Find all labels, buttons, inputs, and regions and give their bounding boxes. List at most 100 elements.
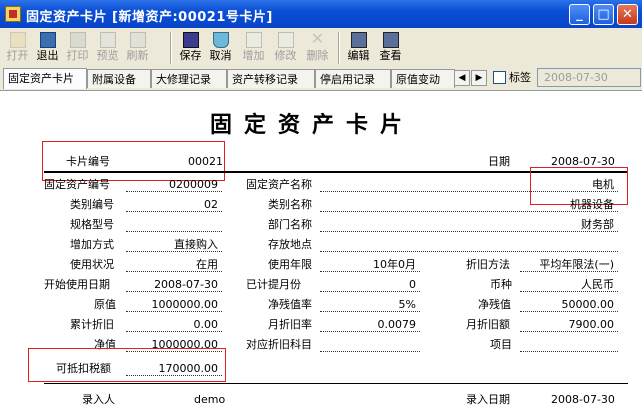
print-button[interactable]: 打印 xyxy=(64,30,91,66)
asset-card-window: 固定资产卡片 [新增资产:00021号卡片] _ □ ✕ 打开 退出 打印 预览… xyxy=(0,0,642,413)
tab-value-change[interactable]: 原值变动 xyxy=(391,69,455,88)
tab-scroll-arrows: ◀ ▶ xyxy=(454,70,488,86)
dep-method-value[interactable]: 平均年限法(一) xyxy=(520,258,614,272)
asset-code-value[interactable]: 0200009 xyxy=(130,178,218,192)
refresh-button[interactable]: 刷新 xyxy=(124,30,151,66)
refresh-label: 刷新 xyxy=(126,49,149,62)
compile-icon xyxy=(350,32,367,48)
field-underline xyxy=(320,211,618,212)
tab-stop-start-records[interactable]: 停启用记录 xyxy=(315,69,391,88)
toolbar-separator xyxy=(170,32,172,64)
cancel-button[interactable]: 取消 xyxy=(207,30,234,66)
footer-rule xyxy=(44,383,628,384)
orig-value-value[interactable]: 1000000.00 xyxy=(130,298,218,312)
month-amt-value[interactable]: 7900.00 xyxy=(520,318,615,332)
salvage-rate-value[interactable]: 5% xyxy=(322,298,416,312)
dept-label: 部门名称 xyxy=(268,218,312,231)
card-paper: 固定资产卡片 卡片编号 00021 日期 2008-07-30 固定资产编号 0… xyxy=(0,90,642,413)
life-value[interactable]: 10年0月 xyxy=(322,258,416,272)
month-rate-label: 月折旧率 xyxy=(268,318,312,331)
asset-name-label: 固定资产名称 xyxy=(246,178,312,191)
add-method-value[interactable]: 直接购入 xyxy=(130,238,218,252)
category-name-value[interactable]: 机器设备 xyxy=(500,198,614,212)
field-underline xyxy=(520,271,618,272)
card-no-label: 卡片编号 xyxy=(66,155,110,168)
field-underline xyxy=(520,291,618,292)
category-name-label: 类别名称 xyxy=(268,198,312,211)
delete-label: 删除 xyxy=(306,49,329,62)
field-underline xyxy=(320,331,420,332)
save-button[interactable]: 保存 xyxy=(177,30,204,66)
edit-button[interactable]: 修改 xyxy=(272,30,299,66)
card-no-value: 00021 xyxy=(188,155,223,168)
tab-scroll-left-icon[interactable]: ◀ xyxy=(454,70,470,86)
field-underline xyxy=(126,311,222,312)
close-button[interactable]: ✕ xyxy=(617,4,638,25)
field-underline xyxy=(320,231,618,232)
view-icon xyxy=(382,32,399,48)
add-label: 增加 xyxy=(242,49,265,62)
open-button[interactable]: 打开 xyxy=(4,30,31,66)
month-amt-label: 月折旧额 xyxy=(466,318,510,331)
dept-value[interactable]: 财务部 xyxy=(500,218,614,232)
app-icon xyxy=(5,6,21,22)
tab-overhaul-records[interactable]: 大修理记录 xyxy=(151,69,227,88)
delete-x-icon: ✕ xyxy=(310,29,325,48)
maximize-button[interactable]: □ xyxy=(593,4,614,25)
exit-button[interactable]: 退出 xyxy=(34,30,61,66)
currency-value[interactable]: 人民币 xyxy=(520,278,614,292)
orig-value-label: 原值 xyxy=(94,298,116,311)
card-title: 固定资产卡片 xyxy=(210,112,415,138)
field-underline xyxy=(126,191,222,192)
field-underline xyxy=(320,271,420,272)
field-underline xyxy=(126,331,222,332)
field-underline xyxy=(126,251,222,252)
start-date-value[interactable]: 2008-07-30 xyxy=(130,278,218,292)
tag-checkbox[interactable] xyxy=(493,71,506,84)
category-code-value[interactable]: 02 xyxy=(130,198,218,212)
life-label: 使用年限 xyxy=(268,258,312,271)
usage-label: 使用状况 xyxy=(70,258,114,271)
months-label: 已计提月份 xyxy=(246,278,301,291)
usage-value[interactable]: 在用 xyxy=(130,258,218,272)
tab-scroll-right-icon[interactable]: ▶ xyxy=(471,70,487,86)
toolbar: 打开 退出 打印 预览 刷新 保存 取消 增加 修改 ✕ 删除 编辑 查看 xyxy=(0,28,642,68)
currency-label: 币种 xyxy=(490,278,512,291)
field-underline xyxy=(126,271,222,272)
view-button[interactable]: 查看 xyxy=(377,30,404,66)
compile-button[interactable]: 编辑 xyxy=(345,30,372,66)
acc-dep-value[interactable]: 0.00 xyxy=(130,318,219,332)
window-title: 固定资产卡片 [新增资产:00021号卡片] xyxy=(26,10,273,25)
cancel-label: 取消 xyxy=(209,49,232,62)
field-underline xyxy=(126,231,222,232)
preview-button[interactable]: 预览 xyxy=(94,30,121,66)
tab-asset-card[interactable]: 固定资产卡片 xyxy=(3,68,87,89)
tab-transfer-records[interactable]: 资产转移记录 xyxy=(227,69,315,88)
tab-attached-equipment[interactable]: 附属设备 xyxy=(87,69,151,88)
cancel-icon xyxy=(212,32,229,48)
refresh-icon xyxy=(129,32,146,48)
salvage-label: 净残值 xyxy=(478,298,511,311)
months-value[interactable]: 0 xyxy=(322,278,416,292)
salvage-rate-label: 净残值率 xyxy=(268,298,312,311)
field-underline xyxy=(126,375,222,376)
tax-value[interactable]: 170000.00 xyxy=(130,362,219,376)
acc-dep-label: 累计折旧 xyxy=(70,318,114,331)
tag-date-field[interactable]: 2008-07-30 xyxy=(537,68,641,87)
location-label: 存放地点 xyxy=(268,238,312,251)
asset-code-label: 固定资产编号 xyxy=(44,178,110,191)
exit-door-icon xyxy=(39,32,56,48)
delete-button[interactable]: ✕ 删除 xyxy=(304,30,331,66)
add-button[interactable]: 增加 xyxy=(240,30,267,66)
preview-icon xyxy=(99,32,116,48)
month-rate-value[interactable]: 0.0079 xyxy=(322,318,417,332)
salvage-value[interactable]: 50000.00 xyxy=(520,298,615,312)
dep-method-label: 折旧方法 xyxy=(466,258,510,271)
field-underline xyxy=(126,291,222,292)
minimize-button[interactable]: _ xyxy=(569,4,590,25)
folder-icon xyxy=(9,32,26,48)
field-underline xyxy=(320,351,420,352)
field-underline xyxy=(320,311,420,312)
save-disk-icon xyxy=(182,32,199,48)
date-label: 日期 xyxy=(488,155,510,168)
